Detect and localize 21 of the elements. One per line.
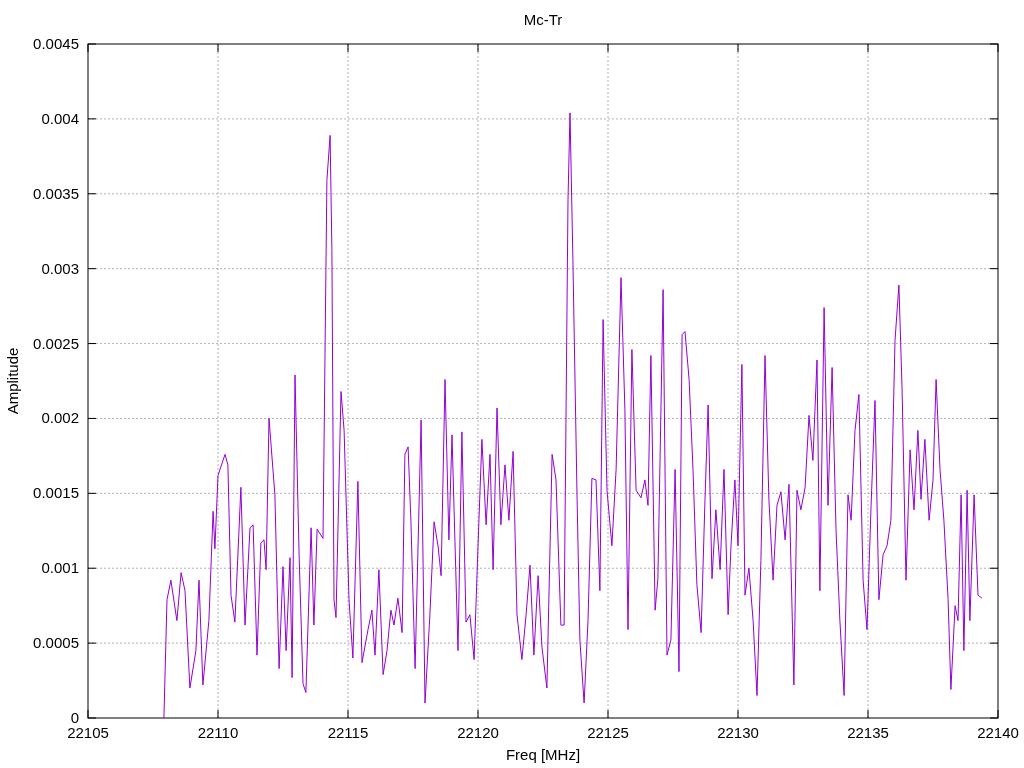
tick-label: 0.001: [41, 559, 79, 577]
axis-label: Amplitude: [4, 347, 21, 415]
tick-label: 22105: [67, 724, 109, 741]
tick-label: 22120: [457, 724, 499, 741]
tick-label: 0.004: [41, 109, 79, 127]
tick-label: 22135: [847, 724, 889, 741]
tick-label: 0.0045: [33, 35, 79, 52]
tick-label: 0.0005: [33, 634, 79, 652]
tick-label: 0.0015: [33, 484, 79, 502]
tick-label: 22110: [197, 724, 239, 741]
tick-label: 0.003: [41, 259, 79, 277]
chart-title: Mc-Tr: [523, 11, 563, 28]
tick-label: 22125: [587, 724, 629, 741]
tick-label: 22130: [717, 724, 759, 741]
tick-label: 22115: [327, 724, 369, 741]
axis-label: Freq [MHz]: [505, 746, 581, 763]
tick-label: 0: [70, 709, 79, 726]
tick-label: 0.0035: [33, 184, 79, 202]
tick-label: 0.002: [41, 409, 79, 427]
tick-label: 0.0025: [33, 334, 79, 352]
tick-label: 22140: [977, 724, 1019, 741]
